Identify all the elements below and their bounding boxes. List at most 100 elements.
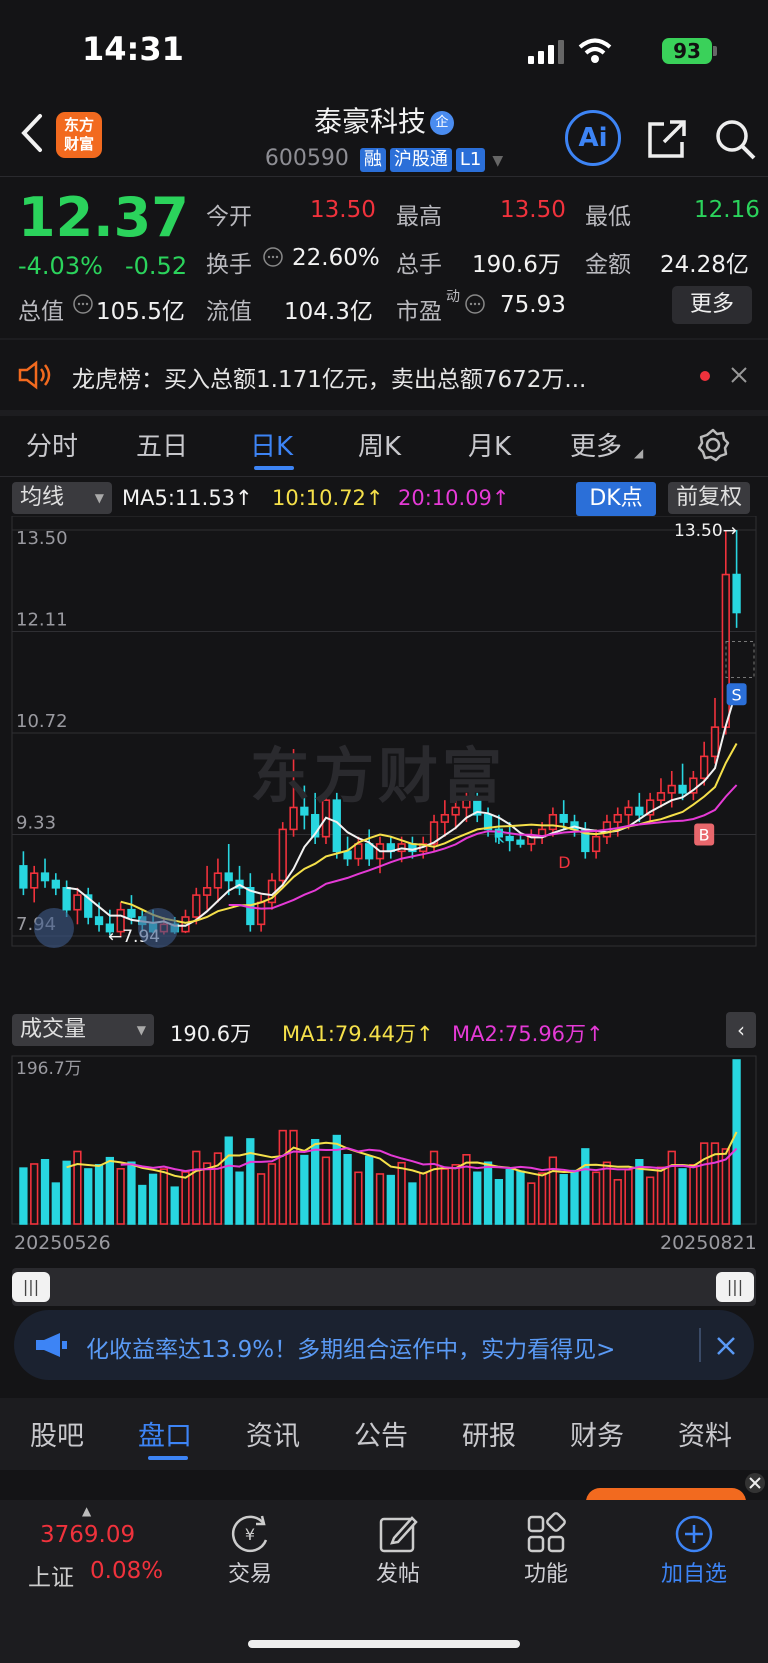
range-handle-left[interactable]: ||| xyxy=(12,1272,50,1302)
tab-more[interactable]: 更多 xyxy=(570,426,622,463)
volume-bar xyxy=(473,1171,482,1225)
volume-bar xyxy=(343,1153,352,1225)
amount-label: 金额 xyxy=(585,252,631,278)
pe-value: 75.93 xyxy=(500,292,566,318)
promo-banner[interactable]: 化收益率达13.9%！多期组合运作中，实力看得见> xyxy=(14,1310,754,1380)
index-percent[interactable]: 0.08% xyxy=(90,1558,163,1584)
volume-bar xyxy=(300,1154,309,1225)
volume-bar xyxy=(375,1173,385,1225)
candle-body xyxy=(678,784,687,794)
vol-ma1-legend: MA1:79.44万↑ xyxy=(282,1022,434,1046)
volume-bar xyxy=(84,1168,93,1225)
dropdown-caret-icon: ▼ xyxy=(136,1023,146,1037)
dropdown-caret-icon: ▼ xyxy=(94,491,104,505)
tab-forum[interactable]: 股吧 xyxy=(30,1414,84,1453)
mcap-label: 总值 xyxy=(18,299,64,325)
close-icon[interactable] xyxy=(730,366,748,384)
banner-text: 化收益率达13.9%！多期组合运作中，实力看得见> xyxy=(86,1337,616,1363)
index-name[interactable]: 上证 xyxy=(28,1558,74,1592)
candle-body xyxy=(548,813,558,831)
tab-research[interactable]: 研报 xyxy=(462,1414,516,1453)
tabs-divider xyxy=(0,476,768,477)
candle-body xyxy=(127,908,136,918)
dk-point-button[interactable]: DK点 xyxy=(576,482,656,516)
collapse-arrow-icon[interactable]: ‹ xyxy=(726,1012,756,1048)
candle-body xyxy=(73,894,82,911)
share-icon[interactable] xyxy=(644,116,690,162)
nav-functions[interactable]: 功能 xyxy=(496,1512,596,1588)
range-handle-right[interactable]: ||| xyxy=(716,1272,754,1302)
volume-indicator-select[interactable]: 成交量 ▼ xyxy=(12,1014,154,1046)
info-icon[interactable] xyxy=(262,246,284,268)
tab-weekly-k[interactable]: 周K xyxy=(358,426,401,463)
volume-bar xyxy=(527,1182,536,1225)
low-label: 最低 xyxy=(585,204,631,230)
candle-body xyxy=(202,887,212,896)
candle-body xyxy=(591,835,601,853)
low-value: 12.16 xyxy=(694,197,760,223)
banner-divider xyxy=(699,1328,701,1362)
candle-body xyxy=(559,813,568,823)
ma10-legend: 10:10.72↑ xyxy=(272,486,384,510)
tab-handicap[interactable]: 盘口 xyxy=(138,1414,192,1453)
volume-bar xyxy=(613,1179,622,1225)
tab-news[interactable]: 资讯 xyxy=(246,1414,300,1453)
chevron-down-icon: ▼ xyxy=(492,153,504,169)
tab-five-day[interactable]: 五日 xyxy=(136,426,188,463)
nav-post[interactable]: 发帖 xyxy=(348,1512,448,1588)
candle-body xyxy=(94,916,104,926)
tab-monthly-k[interactable]: 月K xyxy=(468,426,511,463)
volume-bar xyxy=(138,1184,147,1225)
close-icon[interactable] xyxy=(744,1472,766,1494)
candle-body xyxy=(224,872,233,882)
search-icon[interactable] xyxy=(712,116,758,162)
volume-value: 190.6万 xyxy=(472,252,561,278)
candle-body xyxy=(213,872,223,889)
volume-bar xyxy=(311,1138,320,1225)
volume-bar xyxy=(256,1173,266,1225)
volume-bar xyxy=(19,1167,28,1225)
ai-button[interactable]: Ai xyxy=(565,110,621,166)
volume-bar xyxy=(419,1172,428,1225)
tab-daily-k[interactable]: 日K xyxy=(250,426,293,463)
pe-label: 市盈 xyxy=(396,299,442,325)
volume-bar xyxy=(559,1174,568,1225)
close-icon[interactable] xyxy=(716,1336,736,1356)
info-icon[interactable] xyxy=(72,293,94,315)
tab-intraday[interactable]: 分时 xyxy=(26,426,78,463)
tab-announcement[interactable]: 公告 xyxy=(354,1414,408,1453)
candle-body xyxy=(256,901,266,926)
nav-post-label: 发帖 xyxy=(375,1562,420,1587)
candle-body xyxy=(40,872,50,882)
volume-bar xyxy=(62,1160,71,1225)
change-percent: -4.03% xyxy=(18,252,103,280)
tab-profile[interactable]: 资料 xyxy=(678,1414,732,1453)
signal-icon xyxy=(528,40,564,64)
nav-add-watchlist[interactable]: 加自选 xyxy=(644,1512,744,1588)
unread-dot xyxy=(700,371,710,381)
range-scroller[interactable] xyxy=(12,1268,756,1306)
buy-marker: B xyxy=(699,826,710,845)
bottom-nav-bar: ▲ 3769.09 上证 0.08% ¥ 交易 发帖 功能 加自选 xyxy=(0,1500,768,1663)
volume-max-label: 196.7万 xyxy=(16,1059,82,1079)
ma5-legend: MA5:11.53↑ xyxy=(122,486,253,510)
notice-bar[interactable]: 龙虎榜：买入总额1.171亿元，卖出总额7672万... xyxy=(0,340,768,410)
ma-select[interactable]: 均线 ▼ xyxy=(12,482,112,514)
volume-bar xyxy=(51,1182,60,1225)
more-caret-icon: ◢ xyxy=(634,446,644,460)
home-indicator xyxy=(248,1640,520,1648)
index-value[interactable]: 3769.09 xyxy=(40,1522,135,1548)
nav-trade[interactable]: ¥ 交易 xyxy=(200,1512,300,1588)
volume-bar xyxy=(656,1166,666,1225)
more-button[interactable]: 更多 xyxy=(672,286,752,324)
open-value: 13.50 xyxy=(310,197,376,223)
info-icon[interactable] xyxy=(464,293,486,315)
adjust-button[interactable]: 前复权 xyxy=(668,482,751,514)
settings-gear-icon[interactable] xyxy=(696,428,730,462)
sell-marker: S xyxy=(732,685,742,704)
candle-body xyxy=(440,813,449,823)
active-tab-underline xyxy=(254,466,294,470)
candle-body xyxy=(365,843,374,860)
volume-chart[interactable]: 196.7万 xyxy=(0,1048,768,1228)
tab-finance[interactable]: 财务 xyxy=(570,1414,624,1453)
